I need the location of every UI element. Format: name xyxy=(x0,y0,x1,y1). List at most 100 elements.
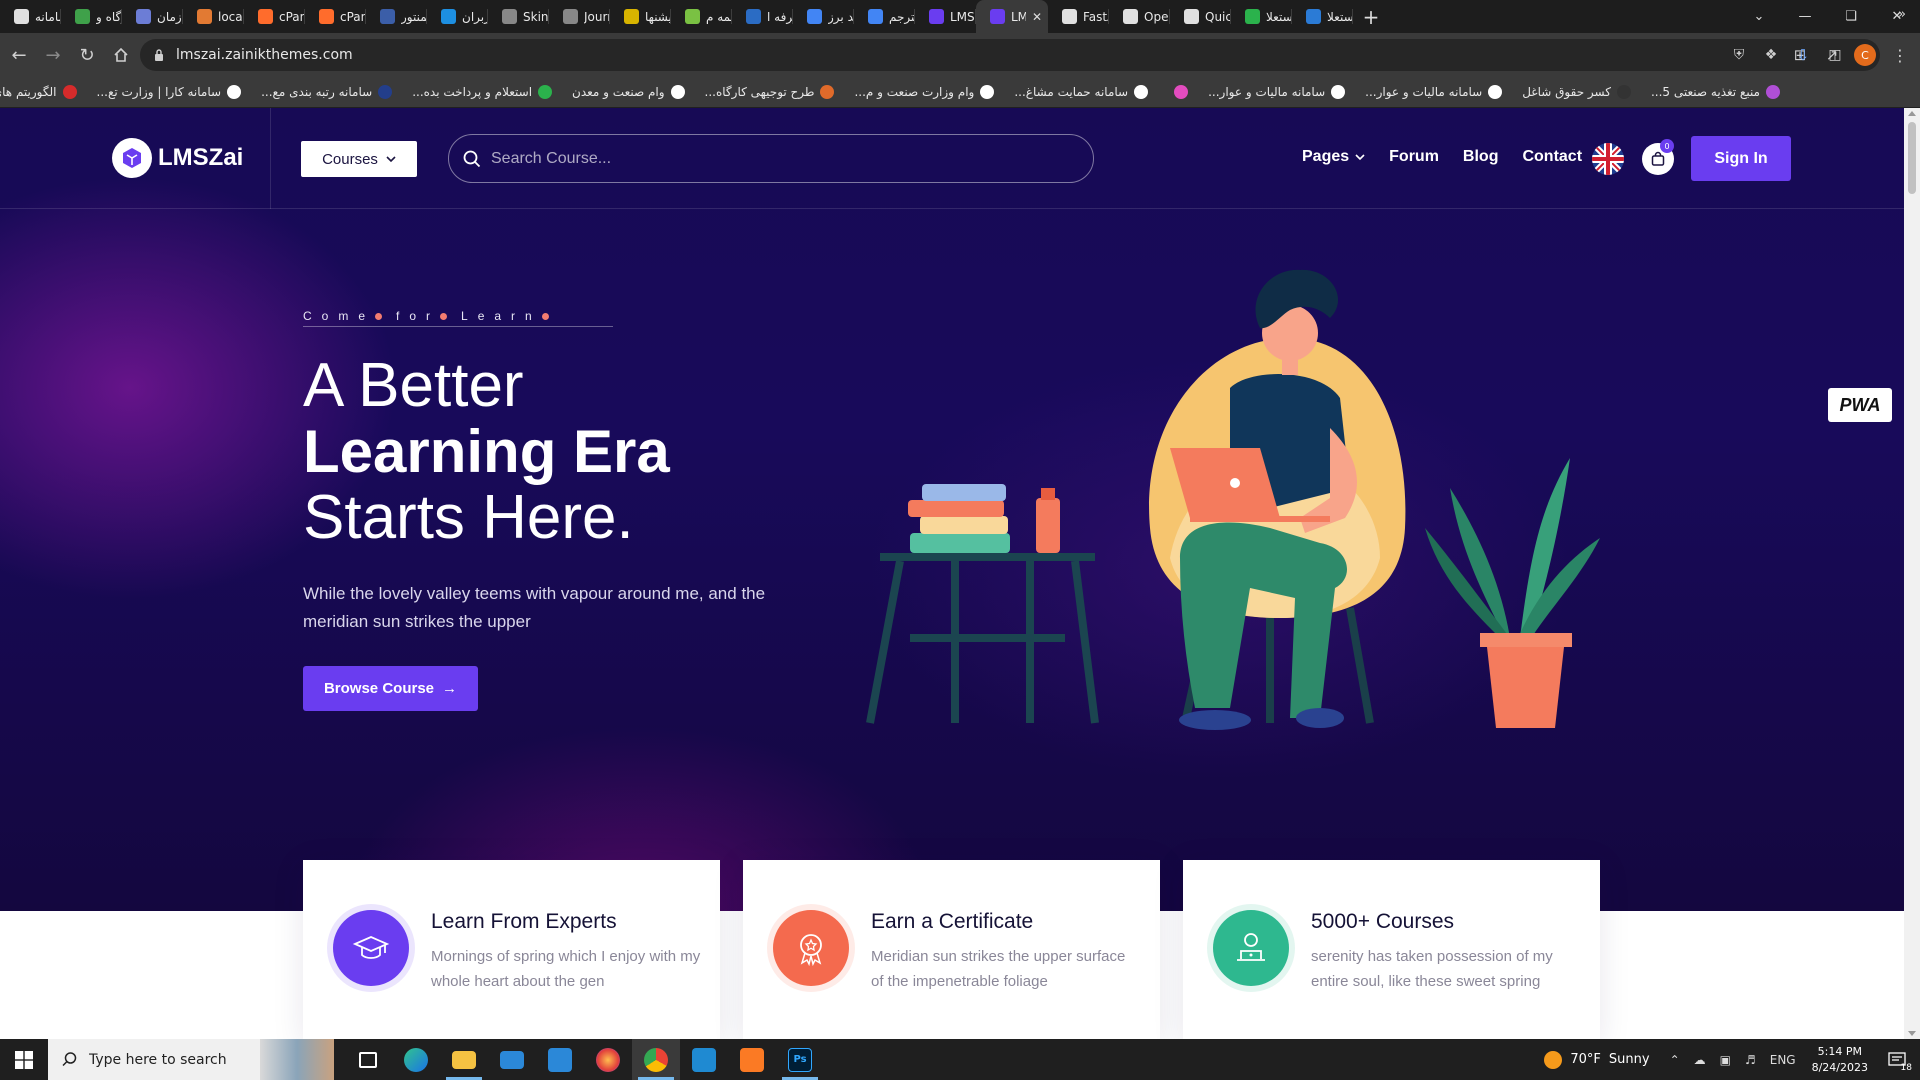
url-text[interactable]: lmszai.zainikthemes.com xyxy=(176,47,353,63)
tab-strip: سامانه درگاه و سازمان localh cPanel cPanel الم… xyxy=(0,0,1353,33)
cloud-icon[interactable]: ☁ xyxy=(1694,1053,1706,1067)
notification-center-button[interactable]: 18 xyxy=(1882,1045,1912,1075)
bookmark-favicon-icon xyxy=(1488,85,1503,99)
bookmark-item[interactable]: وام صنعت و معدن xyxy=(562,85,695,99)
task-view-icon[interactable] xyxy=(344,1039,392,1080)
course-search-input[interactable] xyxy=(491,149,1051,168)
bookmark-item[interactable]: منبع تغذیه صنعتی 5... xyxy=(1641,85,1790,99)
side-panel-icon[interactable]: ◫ xyxy=(1822,47,1848,63)
browser-tab[interactable]: رعد برز xyxy=(793,0,854,33)
reload-button[interactable]: ↻ xyxy=(72,40,102,70)
browser-tab[interactable]: Quick xyxy=(1170,0,1231,33)
tab-close-icon[interactable]: ✕ xyxy=(1032,10,1048,24)
nav-forum[interactable]: Forum xyxy=(1389,148,1439,166)
browser-tab[interactable]: استعلا xyxy=(1231,0,1292,33)
profile-avatar[interactable]: C xyxy=(1854,44,1876,66)
chevron-up-icon[interactable]: ⌃ xyxy=(1670,1053,1680,1067)
taskbar-search-input[interactable] xyxy=(89,1051,249,1068)
tab-favicon-icon xyxy=(1123,9,1138,24)
chrome-icon[interactable] xyxy=(632,1039,680,1080)
volume-icon[interactable]: ♬ xyxy=(1745,1053,1756,1067)
vscode-icon[interactable] xyxy=(680,1039,728,1080)
browser-tab[interactable]: LMSZai xyxy=(915,0,976,33)
language-indicator[interactable]: ENG xyxy=(1770,1053,1796,1067)
browser-tab[interactable]: Skin xyxy=(488,0,549,33)
bookmark-item[interactable] xyxy=(1158,85,1198,99)
bookmark-favicon-icon xyxy=(1331,85,1346,99)
bookmark-item[interactable]: سامانه رتبه بندی مع... xyxy=(251,85,402,99)
bookmark-item[interactable]: سامانه مالیات و عوار... xyxy=(1198,85,1355,99)
sign-in-button[interactable]: Sign In xyxy=(1691,136,1791,181)
nav-contact[interactable]: Contact xyxy=(1522,148,1582,166)
browser-tab[interactable]: پیشنها xyxy=(610,0,671,33)
tab-search-icon[interactable]: ⌄ xyxy=(1736,0,1782,33)
restore-button[interactable]: ❏ xyxy=(1828,0,1874,33)
chevron-down-icon xyxy=(1355,153,1365,160)
forward-button[interactable]: → xyxy=(38,40,68,70)
puzzle-extensions-icon[interactable]: ❖ xyxy=(1758,47,1784,63)
browser-tab[interactable]: Open xyxy=(1109,0,1170,33)
tab-title: المنتور xyxy=(401,9,427,24)
nav-blog[interactable]: Blog xyxy=(1463,148,1499,166)
bookmark-item[interactable]: سامانه مالیات و عوار... xyxy=(1355,85,1512,99)
bookmark-item[interactable]: طرح توجیهی کارگاه... xyxy=(695,85,845,99)
clock[interactable]: 5:14 PM 8/24/2023 xyxy=(1812,1044,1868,1076)
tab-title: FastAi xyxy=(1083,9,1109,24)
file-explorer-icon[interactable] xyxy=(440,1039,488,1080)
browser-tab[interactable]: cPanel xyxy=(244,0,305,33)
browser-tab[interactable]: سازمان xyxy=(122,0,183,33)
browser-tab[interactable]: المنتور xyxy=(366,0,427,33)
browser-tab-active[interactable]: LM ✕ xyxy=(976,0,1048,33)
feature-title: Learn From Experts xyxy=(431,910,617,933)
site-logo[interactable]: LMSZai xyxy=(112,138,243,178)
bookmark-item[interactable]: استعلام و پرداخت بده... xyxy=(402,85,562,99)
browser-tab[interactable]: FastAi xyxy=(1048,0,1109,33)
network-icon[interactable]: ▣ xyxy=(1720,1053,1731,1067)
firefox-icon[interactable] xyxy=(584,1039,632,1080)
weather-widget[interactable]: 70°F Sunny xyxy=(1544,1050,1650,1069)
photoshop-icon[interactable]: Ps xyxy=(776,1039,824,1080)
menu-kebab-icon[interactable]: ⋮ xyxy=(1892,46,1908,65)
browse-course-button[interactable]: Browse Course → xyxy=(303,666,478,711)
browser-tab[interactable]: همه م xyxy=(671,0,732,33)
tab-title: LM xyxy=(1011,9,1026,24)
language-flag-icon[interactable] xyxy=(1592,143,1624,175)
omnibox[interactable]: lmszai.zainikthemes.com ⊞ ↗ ☆ xyxy=(140,39,1880,71)
start-button[interactable] xyxy=(0,1039,48,1080)
browser-tab[interactable]: استعلا xyxy=(1292,0,1353,33)
download-icon[interactable]: ⇩ xyxy=(1790,46,1816,64)
nav-pages[interactable]: Pages xyxy=(1302,148,1365,166)
shield-extension-icon[interactable]: ⛨ xyxy=(1726,47,1752,63)
mail-icon[interactable] xyxy=(488,1039,536,1080)
tab-title: Quick xyxy=(1205,9,1231,24)
pwa-install-badge[interactable]: PWA xyxy=(1828,388,1892,422)
home-button[interactable] xyxy=(106,40,136,70)
browser-tab[interactable]: cPanel xyxy=(305,0,366,33)
bookmark-item[interactable]: وام وزارت صنعت و م... xyxy=(844,85,1004,99)
new-tab-button[interactable]: + xyxy=(1353,5,1389,29)
bookmarks-bar: منبع تغذیه صنعتی 5... کسر حقوق شاغل سامانه… xyxy=(0,77,1920,108)
browser-tab[interactable]: localh xyxy=(183,0,244,33)
bookmark-item[interactable]: کسر حقوق شاغل xyxy=(1512,85,1641,99)
xampp-icon[interactable] xyxy=(728,1039,776,1080)
browser-tab[interactable]: Journa xyxy=(549,0,610,33)
headline-line: Starts Here. xyxy=(303,483,634,552)
bookmarks-overflow-icon[interactable]: » xyxy=(1898,7,1906,22)
courses-dropdown-button[interactable]: Courses xyxy=(301,141,417,177)
page-scrollbar[interactable] xyxy=(1904,108,1920,1039)
minimize-button[interactable]: — xyxy=(1782,0,1828,33)
edge-icon[interactable] xyxy=(392,1039,440,1080)
browser-tab[interactable]: سامانه xyxy=(0,0,61,33)
browser-tab[interactable]: کاربران xyxy=(427,0,488,33)
browser-tab[interactable]: حرفه ا xyxy=(732,0,793,33)
bookmark-item[interactable]: سامانه حمایت مشاغ... xyxy=(1004,85,1158,99)
bookmark-item[interactable]: سامانه کارا | وزارت تع... xyxy=(87,85,252,99)
browser-tab[interactable]: درگاه و xyxy=(61,0,122,33)
close-window-button[interactable]: ✕ xyxy=(1874,0,1920,33)
back-button[interactable]: ← xyxy=(4,40,34,70)
system-tray: 70°F Sunny ⌃ ☁ ▣ ♬ ENG 5:14 PM 8/24/2023… xyxy=(1544,1039,1920,1080)
browser-tab[interactable]: مترجم xyxy=(854,0,915,33)
bookmark-item[interactable]: الگوریتم های گوگل |... xyxy=(0,85,87,99)
store-icon[interactable] xyxy=(536,1039,584,1080)
bookmark-favicon-icon xyxy=(1134,85,1149,99)
